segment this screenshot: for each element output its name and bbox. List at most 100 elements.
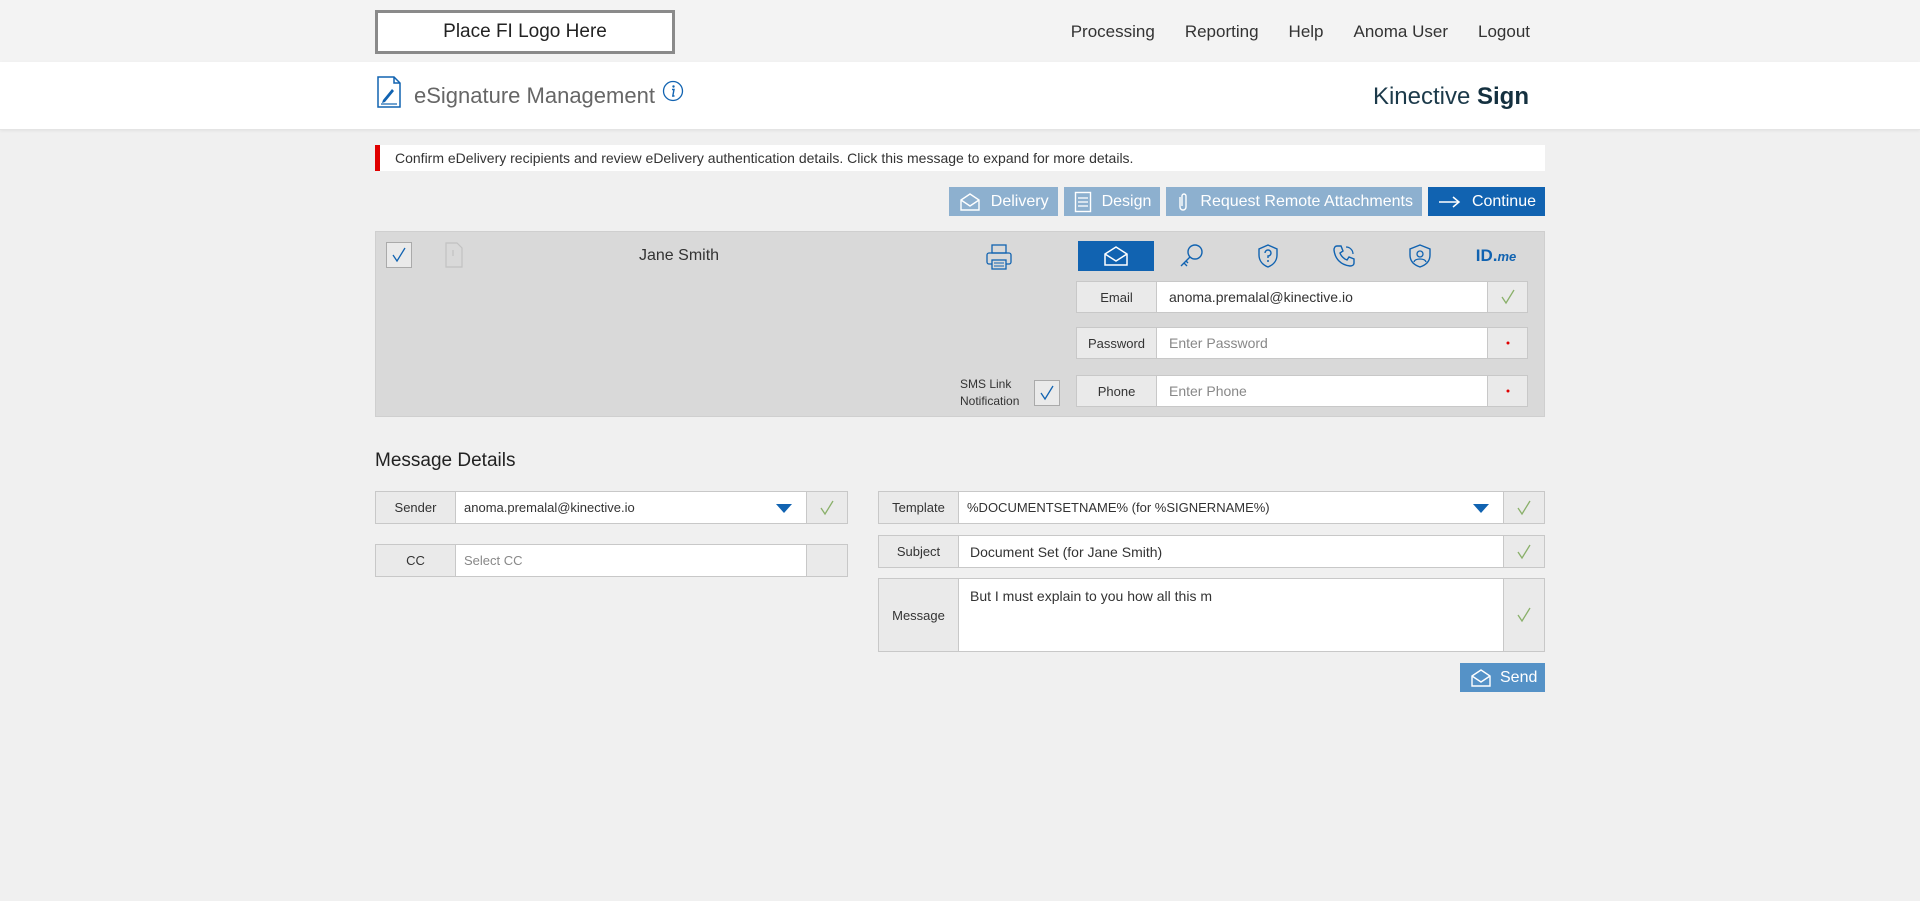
idme-label: ID. (1475, 246, 1498, 265)
auth-tab-phone[interactable] (1306, 241, 1382, 271)
phone-label: Phone (1077, 376, 1157, 406)
message-label: Message (879, 579, 959, 651)
chevron-down-icon[interactable] (776, 503, 792, 513)
email-label: Email (1077, 282, 1157, 312)
auth-tab-email[interactable] (1078, 241, 1154, 271)
password-required-status (1487, 328, 1527, 358)
auth-tab-id-check[interactable] (1382, 241, 1458, 271)
template-select[interactable]: %DOCUMENTSETNAME% (for %SIGNERNAME%) (959, 492, 1503, 523)
required-dot-icon (1506, 389, 1509, 393)
edelivery-alert[interactable]: Confirm eDelivery recipients and review … (375, 145, 1545, 171)
checkmark-icon (1040, 385, 1054, 401)
auth-tab-idme[interactable]: ID.me (1458, 241, 1534, 271)
phone-field-row: Phone Enter Phone (1076, 375, 1528, 407)
nav-help[interactable]: Help (1289, 22, 1324, 42)
subject-field[interactable]: Document Set (for Jane Smith) (959, 536, 1503, 567)
design-button[interactable]: Design (1063, 187, 1161, 216)
info-icon[interactable] (662, 80, 684, 102)
auth-tab-kba[interactable] (1230, 241, 1306, 271)
delivery-button[interactable]: Delivery (948, 187, 1058, 216)
sms-notification-checkbox[interactable] (1034, 380, 1060, 406)
chevron-down-icon[interactable] (1473, 503, 1489, 513)
required-dot-icon (1506, 341, 1509, 345)
subject-row: Subject Document Set (for Jane Smith) (878, 535, 1545, 568)
recipient-panel: Jane Smith ID.me Email anoma.premalal@ki… (375, 231, 1545, 417)
design-label: Design (1101, 192, 1152, 210)
idme-suffix: me (1497, 249, 1517, 264)
check-green-icon (820, 500, 834, 515)
template-row: Template %DOCUMENTSETNAME% (for %SIGNERN… (878, 491, 1545, 524)
logo-text: Place FI Logo Here (443, 21, 607, 42)
printer-icon[interactable] (984, 242, 1014, 272)
delivery-label: Delivery (990, 192, 1049, 210)
continue-button[interactable]: Continue (1427, 187, 1545, 216)
document-icon (445, 242, 463, 268)
message-details-title: Message Details (375, 450, 516, 471)
checkmark-icon (392, 247, 406, 263)
brand-light: Kinective (1372, 83, 1471, 110)
cc-status (806, 545, 847, 576)
sms-label-line2: Notification (960, 394, 1020, 408)
idme-logo: ID.me (1476, 246, 1517, 266)
sender-value: anoma.premalal@kinective.io (464, 500, 635, 515)
message-textarea[interactable]: But I must explain to you how all this m (959, 579, 1503, 651)
design-doc-icon (1074, 191, 1091, 212)
cc-row: CC Select CC (375, 544, 848, 577)
auth-method-tabs: ID.me (1078, 241, 1534, 271)
sms-label-line1: SMS Link (960, 377, 1012, 391)
phone-field[interactable]: Enter Phone (1157, 376, 1487, 406)
sender-label: Sender (376, 492, 456, 523)
template-value: %DOCUMENTSETNAME% (for %SIGNERNAME%) (967, 500, 1270, 515)
document-sign-icon (377, 76, 401, 108)
page-title: eSignature Management (414, 83, 655, 108)
sender-row: Sender anoma.premalal@kinective.io (375, 491, 848, 524)
check-green-icon (1517, 607, 1531, 623)
email-field-row: Email anoma.premalal@kinective.io (1076, 281, 1528, 313)
phone-icon (1333, 245, 1355, 267)
template-label: Template (879, 492, 959, 523)
paperclip-icon (1179, 192, 1188, 211)
cc-select[interactable]: Select CC (456, 545, 806, 576)
phone-required-status (1487, 376, 1527, 406)
subject-label: Subject (879, 536, 959, 567)
id-card-icon (1409, 244, 1431, 268)
key-icon (1180, 244, 1203, 267)
email-valid-status (1487, 282, 1527, 312)
check-green-icon (1517, 500, 1531, 515)
message-row: Message But I must explain to you how al… (878, 578, 1545, 652)
request-attachments-button[interactable]: Request Remote Attachments (1166, 187, 1422, 216)
nav-processing[interactable]: Processing (1071, 22, 1155, 42)
arrow-right-icon (1438, 195, 1461, 208)
top-nav: Processing Reporting Help Anoma User Log… (1071, 22, 1530, 42)
check-green-icon (1500, 289, 1515, 305)
password-label: Password (1077, 328, 1157, 358)
sms-link-notification-label: SMS Link Notification (960, 376, 1019, 410)
sender-valid-status (806, 492, 847, 523)
message-valid-status (1503, 579, 1544, 651)
auth-tab-password[interactable] (1154, 241, 1230, 271)
sender-select[interactable]: anoma.premalal@kinective.io (456, 492, 806, 523)
shield-question-icon (1258, 244, 1278, 268)
nav-reporting[interactable]: Reporting (1185, 22, 1259, 42)
recipient-checkbox[interactable] (386, 242, 412, 268)
send-button[interactable]: Send (1460, 663, 1545, 692)
page-header: eSignature Management Kinective Sign (0, 62, 1920, 130)
brand-bold: Sign (1477, 83, 1529, 110)
request-attachments-label: Request Remote Attachments (1200, 192, 1413, 210)
subject-valid-status (1503, 536, 1544, 567)
top-bar: Place FI Logo Here Processing Reporting … (0, 0, 1920, 62)
action-buttons: Delivery Design Request Remote Attachmen… (948, 187, 1545, 216)
template-valid-status (1503, 492, 1544, 523)
password-field[interactable]: Enter Password (1157, 328, 1487, 358)
send-label: Send (1500, 668, 1538, 686)
continue-label: Continue (1471, 192, 1536, 210)
cc-label: CC (376, 545, 456, 576)
fi-logo-placeholder: Place FI Logo Here (375, 10, 675, 54)
nav-logout[interactable]: Logout (1478, 22, 1530, 42)
envelope-icon (960, 192, 980, 211)
password-field-row: Password Enter Password (1076, 327, 1528, 359)
email-field[interactable]: anoma.premalal@kinective.io (1157, 282, 1487, 312)
envelope-icon (1471, 668, 1491, 687)
check-green-icon (1517, 544, 1531, 559)
nav-user[interactable]: Anoma User (1354, 22, 1448, 42)
